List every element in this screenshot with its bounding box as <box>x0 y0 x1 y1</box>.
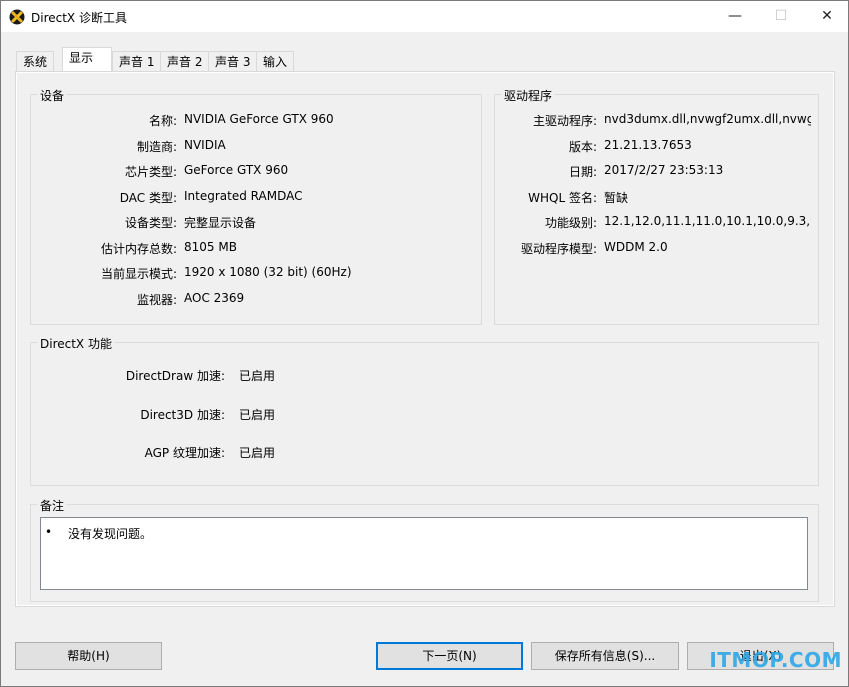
version-value: 21.21.13.7653 <box>604 138 692 152</box>
date-value: 2017/2/27 23:53:13 <box>604 163 724 177</box>
directx-features-title: DirectX 功能 <box>37 335 115 352</box>
main-driver-label: 主驱动程序: <box>532 114 597 128</box>
device-name-label: 名称: <box>148 114 177 128</box>
driver-model-value: WDDM 2.0 <box>604 240 668 254</box>
tab-sound-3[interactable]: 声音 3 <box>208 51 258 71</box>
title-bar: DirectX 诊断工具 — ☐ ✕ <box>1 1 848 32</box>
chip-type-label: 芯片类型: <box>124 165 177 179</box>
directdraw-label: DirectDraw 加速: <box>125 369 225 383</box>
dac-type-value: Integrated RAMDAC <box>184 189 303 203</box>
window-title: DirectX 诊断工具 <box>31 11 127 25</box>
version-label: 版本: <box>568 140 597 154</box>
date-label: 日期: <box>568 165 597 179</box>
whql-label: WHQL 签名: <box>528 191 597 205</box>
device-group-title: 设备 <box>37 87 68 104</box>
driver-model-label: 驱动程序模型: <box>520 242 597 256</box>
directx-diagnostic-window: DirectX 诊断工具 — ☐ ✕ 系统 显示 声音 1 声音 2 声音 3 … <box>0 0 849 687</box>
tab-system[interactable]: 系统 <box>16 51 55 71</box>
device-type-value: 完整显示设备 <box>184 216 257 230</box>
total-memory-value: 8105 MB <box>184 240 237 254</box>
close-button[interactable]: ✕ <box>804 1 849 32</box>
tab-input[interactable]: 输入 <box>256 51 295 71</box>
chip-type-value: GeForce GTX 960 <box>184 163 289 177</box>
manufacturer-value: NVIDIA <box>184 138 226 152</box>
notes-item: 没有发现问题。 <box>68 527 153 541</box>
notes-title: 备注 <box>37 497 68 514</box>
monitor-label: 监视器: <box>136 293 177 307</box>
maximize-button[interactable]: ☐ <box>758 1 804 32</box>
whql-value: 暂缺 <box>604 191 629 205</box>
agp-label: AGP 纹理加速: <box>144 446 225 460</box>
device-name-value: NVIDIA GeForce GTX 960 <box>184 112 334 126</box>
total-memory-label: 估计内存总数: <box>100 242 177 256</box>
display-mode-label: 当前显示模式: <box>100 267 177 281</box>
feature-level-value: 12.1,12.0,11.1,11.0,10.1,10.0,9.3,9.2,9 <box>604 214 811 228</box>
agp-value: 已启用 <box>239 446 276 460</box>
notes-bullet: • <box>45 525 53 539</box>
direct3d-label: Direct3D 加速: <box>140 408 225 422</box>
dac-type-label: DAC 类型: <box>119 191 177 205</box>
direct3d-value: 已启用 <box>239 408 276 422</box>
minimize-button[interactable]: — <box>712 1 758 32</box>
directx-app-icon <box>9 9 25 25</box>
device-type-label: 设备类型: <box>124 216 177 230</box>
tab-sound-1[interactable]: 声音 1 <box>112 51 162 71</box>
main-driver-value: nvd3dumx.dll,nvwgf2umx.dll,nvwgf2 <box>604 112 811 126</box>
monitor-value: AOC 2369 <box>184 291 245 305</box>
next-page-button[interactable]: 下一页(N) <box>376 642 523 670</box>
help-button[interactable]: 帮助(H) <box>15 642 162 670</box>
notes-text-area[interactable]: • 没有发现问题。 <box>40 517 808 590</box>
tab-display[interactable]: 显示 <box>62 47 112 71</box>
manufacturer-label: 制造商: <box>136 140 177 154</box>
directdraw-value: 已启用 <box>239 369 276 383</box>
display-mode-value: 1920 x 1080 (32 bit) (60Hz) <box>184 265 352 279</box>
feature-level-label: 功能级别: <box>544 216 597 230</box>
watermark: ITMOP.COM <box>709 648 842 672</box>
tab-sound-2[interactable]: 声音 2 <box>160 51 210 71</box>
save-all-info-button[interactable]: 保存所有信息(S)... <box>531 642 679 670</box>
driver-group-title: 驱动程序 <box>501 87 556 104</box>
